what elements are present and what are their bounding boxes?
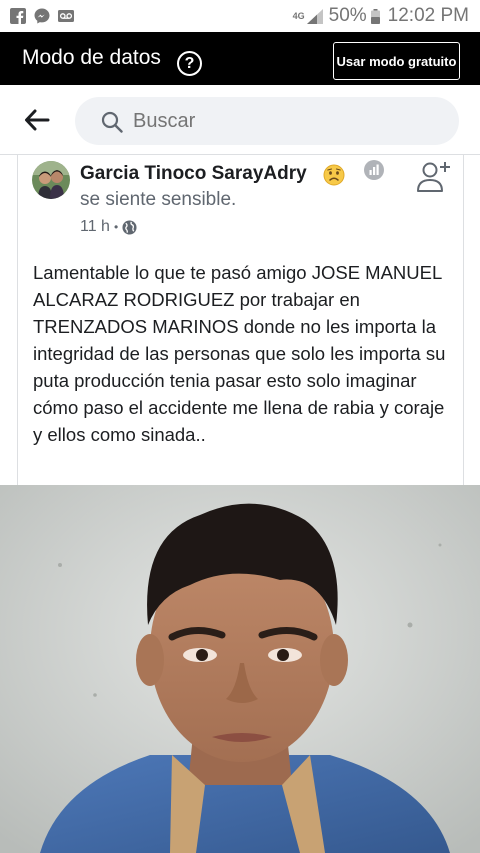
search-icon — [101, 111, 123, 133]
post-body: Lamentable lo que te pasó amigo JOSE MAN… — [33, 262, 455, 445]
search-box[interactable] — [75, 97, 459, 145]
data-mode-bar: Modo de datos ? Usar modo gratuito — [0, 32, 480, 85]
post-author[interactable]: Garcia Tinoco SarayAdry — [80, 163, 307, 185]
feeling-status: se siente sensible. — [80, 189, 237, 210]
globe-icon — [122, 219, 137, 235]
post-meta: 11 h • — [80, 218, 137, 236]
post-timestamp[interactable]: 11 h — [80, 218, 110, 236]
use-free-mode-button[interactable]: Usar modo gratuito — [333, 42, 460, 80]
signal-icon — [306, 8, 323, 24]
search-input[interactable] — [133, 108, 433, 134]
messenger-icon — [34, 8, 50, 24]
network-type: 4G — [292, 11, 305, 21]
battery-icon — [370, 8, 380, 24]
battery-percent: 50% — [328, 5, 367, 26]
add-friend-icon[interactable] — [416, 159, 452, 193]
avatar[interactable] — [32, 161, 70, 199]
data-mode-title: Modo de datos — [22, 46, 161, 69]
clock: 12:02 PM — [387, 5, 469, 26]
status-bar: 4G 50% 12:02 PM — [0, 0, 480, 32]
post-card: Garcia Tinoco SarayAdry se siente sensib… — [17, 155, 464, 485]
facebook-icon — [10, 8, 26, 24]
back-arrow-icon[interactable] — [24, 109, 50, 131]
sad-face-icon — [323, 164, 345, 186]
insights-icon[interactable] — [364, 160, 384, 180]
meta-separator: • — [113, 220, 119, 234]
search-header — [0, 85, 480, 155]
post-photo[interactable] — [0, 485, 480, 853]
voicemail-icon — [58, 10, 74, 22]
help-icon[interactable]: ? — [177, 51, 202, 76]
